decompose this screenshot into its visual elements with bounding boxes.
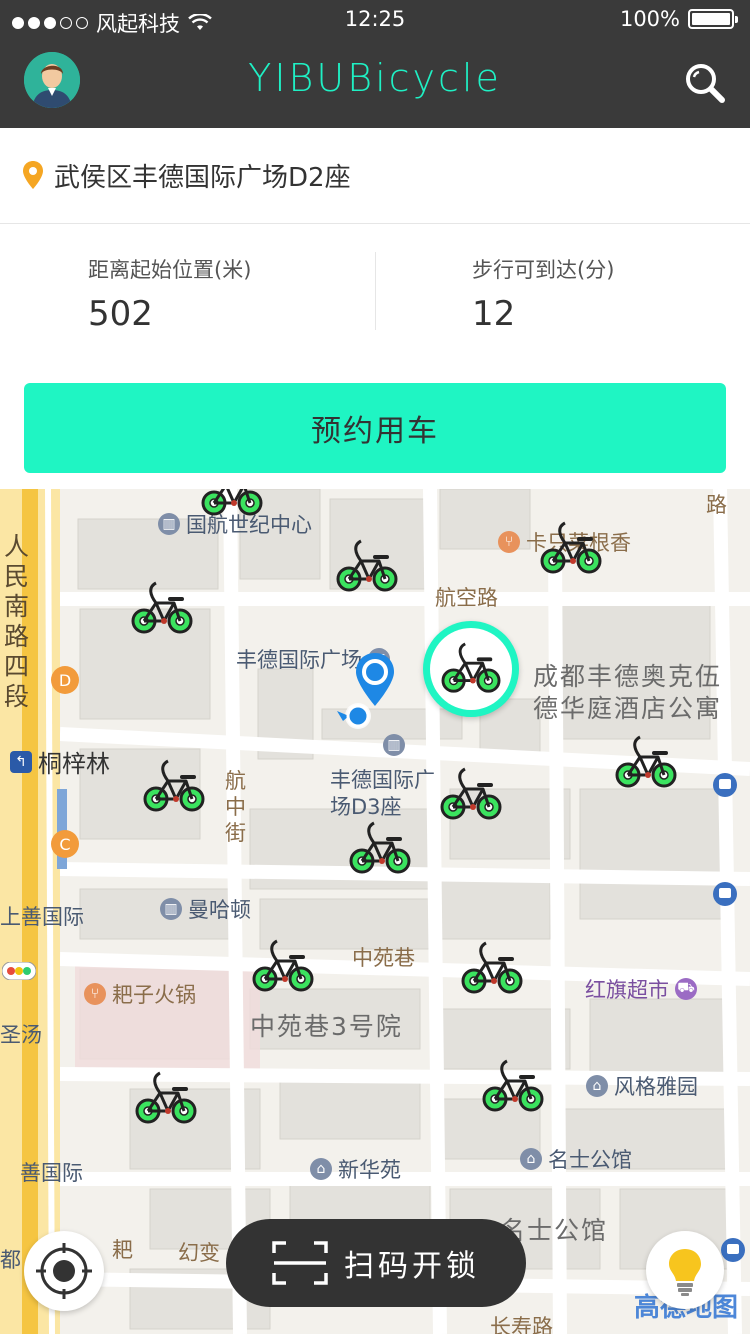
status-bar: 风起科技 12:25 100% bbox=[0, 0, 750, 40]
road-zhongyuan: 中苑巷 bbox=[352, 946, 415, 970]
poi-xinhuayuan[interactable]: ⌂ 新华苑 bbox=[310, 1154, 401, 1184]
gas-station-c-icon: C bbox=[51, 830, 79, 858]
poi-hongqi[interactable]: 红旗超市 ⛟ bbox=[585, 974, 697, 1004]
gas-station-d-icon: D bbox=[51, 666, 79, 694]
bike-marker[interactable] bbox=[435, 765, 507, 825]
area-zhongyuanxiang: 中苑巷3号院 bbox=[250, 1012, 403, 1041]
poi-mingshi[interactable]: ⌂ 名士公馆 bbox=[520, 1144, 632, 1174]
building-icon: ▥ bbox=[383, 734, 405, 756]
poi-shangshan: 上善国际 bbox=[0, 905, 84, 929]
bus-stop-icon bbox=[713, 773, 737, 797]
reserve-bike-button[interactable]: 预约用车 bbox=[24, 383, 726, 473]
area-dehua: 德华庭酒店公寓 bbox=[533, 694, 723, 723]
poi-fengde-d3-line2: 场D3座 bbox=[330, 795, 402, 819]
scan-unlock-button[interactable]: 扫码开锁 bbox=[226, 1219, 526, 1307]
road-youbian: 幻变 bbox=[178, 1241, 220, 1265]
traffic-light-icon bbox=[2, 962, 36, 980]
bike-map[interactable]: ▥国航世纪中心 ⑂卡只菜根香 航空路 丰德国际广场▥ 成都丰德奥克伍 德华庭酒店… bbox=[0, 489, 750, 1334]
bicycle-icon bbox=[441, 641, 501, 694]
distance-label: 距离起始位置(米) bbox=[88, 258, 252, 282]
bike-marker[interactable] bbox=[456, 939, 528, 999]
road-hangkong: 航空路 bbox=[435, 586, 498, 610]
road-renmin-6: 段 bbox=[4, 682, 32, 711]
walk-time-value: 12 bbox=[472, 294, 516, 334]
map-base bbox=[0, 489, 750, 1334]
home-icon: ⌂ bbox=[310, 1158, 332, 1180]
current-location-pin-icon bbox=[337, 653, 394, 729]
home-icon: ⌂ bbox=[586, 1075, 608, 1097]
road-lu: 路 bbox=[706, 493, 727, 517]
shopping-cart-icon: ⛟ bbox=[675, 978, 697, 1000]
home-icon: ⌂ bbox=[520, 1148, 542, 1170]
bike-marker[interactable] bbox=[535, 519, 607, 579]
bike-marker[interactable] bbox=[196, 489, 268, 521]
road-ba: 耙 bbox=[112, 1238, 133, 1262]
scan-unlock-label: 扫码开锁 bbox=[344, 1249, 480, 1284]
poi-fengge[interactable]: ⌂ 风格雅园 bbox=[586, 1071, 698, 1101]
bike-marker[interactable] bbox=[477, 1057, 549, 1117]
distance-value: 502 bbox=[88, 294, 153, 334]
poi-tang: 圣汤 bbox=[0, 1023, 42, 1047]
bike-marker[interactable] bbox=[331, 537, 403, 597]
scan-icon bbox=[272, 1241, 328, 1285]
building-icon: ▥ bbox=[160, 898, 182, 920]
walk-time-stat: 步行可到达(分) 12 bbox=[472, 254, 614, 334]
distance-stat: 距离起始位置(米) 502 bbox=[88, 254, 251, 334]
battery-percent: 100% bbox=[619, 7, 680, 31]
bike-marker[interactable] bbox=[247, 937, 319, 997]
locate-button[interactable] bbox=[24, 1231, 104, 1311]
current-address-row[interactable]: 武侯区丰德国际广场D2座 bbox=[0, 128, 750, 224]
poi-fengde-d3-icon[interactable]: ▥ bbox=[383, 734, 405, 756]
poi-shanguoji: 善国际 bbox=[20, 1161, 83, 1185]
location-pin-icon bbox=[23, 161, 43, 189]
restaurant-icon: ⑂ bbox=[498, 531, 520, 553]
battery-icon bbox=[688, 9, 738, 29]
bike-marker[interactable] bbox=[610, 733, 682, 793]
stats-divider bbox=[375, 252, 376, 330]
lightbulb-icon bbox=[669, 1249, 701, 1296]
bus-stop-icon bbox=[713, 882, 737, 906]
road-changshou: 长寿路 bbox=[490, 1315, 553, 1334]
bike-marker[interactable] bbox=[344, 819, 416, 879]
bike-marker[interactable] bbox=[138, 757, 210, 817]
search-icon[interactable] bbox=[682, 60, 728, 106]
road-hangzhong-3: 街 bbox=[225, 821, 246, 845]
building-icon: ▥ bbox=[158, 513, 180, 535]
app-title: YIBUBicycle bbox=[248, 56, 502, 100]
poi-manhadun[interactable]: ▥ 曼哈顿 bbox=[160, 894, 251, 924]
restaurant-icon: ⑂ bbox=[84, 983, 106, 1005]
poi-dou: 都 bbox=[0, 1248, 21, 1272]
svg-text:C: C bbox=[59, 835, 70, 854]
svg-text:D: D bbox=[59, 671, 71, 690]
address-text: 武侯区丰德国际广场D2座 bbox=[54, 163, 351, 193]
top-bar: 风起科技 12:25 100% YIBUBicycle bbox=[0, 0, 750, 128]
metro-icon: ↰ bbox=[10, 750, 32, 773]
trip-stats: 距离起始位置(米) 502 步行可到达(分) 12 bbox=[0, 224, 750, 364]
selected-bike-marker[interactable] bbox=[423, 621, 519, 717]
walk-time-label: 步行可到达(分) bbox=[472, 258, 615, 282]
flashlight-button[interactable] bbox=[646, 1231, 724, 1309]
metro-tongzilin[interactable]: ↰ 桐梓林 bbox=[10, 744, 110, 779]
area-chengdu-fengde: 成都丰德奥克伍 bbox=[533, 662, 723, 691]
bike-marker[interactable] bbox=[126, 579, 198, 639]
poi-yuziguo[interactable]: ⑂ 耙子火锅 bbox=[84, 979, 196, 1009]
poi-fengde-d3-line1: 丰德国际广 bbox=[330, 768, 435, 792]
bike-marker[interactable] bbox=[130, 1069, 202, 1129]
locate-icon bbox=[36, 1243, 92, 1299]
